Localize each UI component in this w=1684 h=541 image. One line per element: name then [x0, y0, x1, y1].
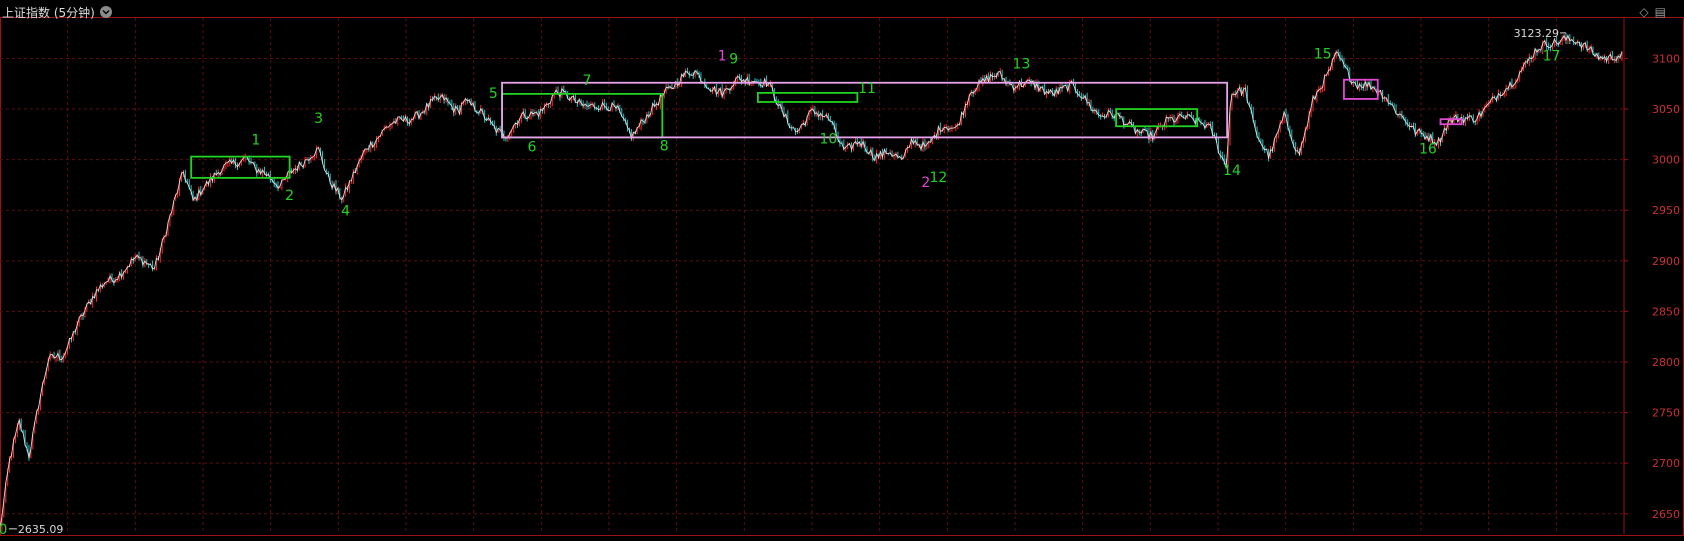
wave-label: 1 [251, 132, 260, 148]
wave-label: 1 [718, 48, 727, 64]
wave-label: 12 [930, 170, 948, 186]
y-tick-label: 2750 [1652, 407, 1680, 420]
wave-label: 8 [660, 139, 669, 155]
wave-label: 7 [583, 73, 592, 89]
wave-label: 9 [729, 52, 738, 68]
y-tick-label: 2650 [1652, 508, 1680, 521]
y-tick-label: 3100 [1652, 52, 1680, 65]
wave-label: 5 [489, 86, 498, 102]
wave-label: 0 [0, 522, 7, 537]
chart-container: 3100 3050 3000 2950 2900 2850 2800 2750 2700 2650… [0, 0, 1684, 538]
chevron-down-icon[interactable] [99, 6, 112, 18]
plot-frame [0, 17, 1684, 536]
wave-label: 6 [528, 140, 537, 156]
wave-label: 2 [921, 175, 930, 191]
y-tick-label: 2950 [1652, 204, 1680, 217]
high-price-label: 3123.29 [1514, 27, 1560, 40]
chart-title: 上证指数 (5分钟) [2, 5, 95, 20]
y-tick-label: 3050 [1652, 103, 1680, 116]
wave-label: 17 [1543, 48, 1561, 64]
corner-controls: ◇ ▤ [1639, 5, 1666, 19]
y-tick-label: 2700 [1652, 457, 1680, 470]
wave-label: 13 [1013, 57, 1031, 73]
wave-label: 14 [1223, 163, 1241, 179]
menu-icon[interactable]: ▤ [1655, 5, 1666, 19]
wave-label: 2 [285, 188, 294, 204]
y-tick-label: 3000 [1652, 154, 1680, 167]
wave-label: 15 [1314, 46, 1332, 62]
annotation-box [501, 92, 664, 139]
y-tick-label: 2900 [1652, 255, 1680, 268]
annotation-box [756, 91, 859, 103]
low-price-label: 2635.09 [18, 523, 64, 536]
chart-svg: 3100305030002950290028502800275027002650… [0, 17, 1684, 538]
wave-label: 3 [314, 111, 323, 127]
title-bar: 上证指数 (5分钟) [2, 3, 112, 21]
wave-label: 16 [1419, 142, 1437, 158]
wave-label: 11 [858, 81, 876, 97]
wave-label: 10 [819, 131, 837, 147]
y-tick-label: 2800 [1652, 356, 1680, 369]
y-tick-label: 2850 [1652, 305, 1680, 318]
diamond-icon[interactable]: ◇ [1639, 5, 1648, 19]
wave-label: 4 [341, 203, 350, 219]
